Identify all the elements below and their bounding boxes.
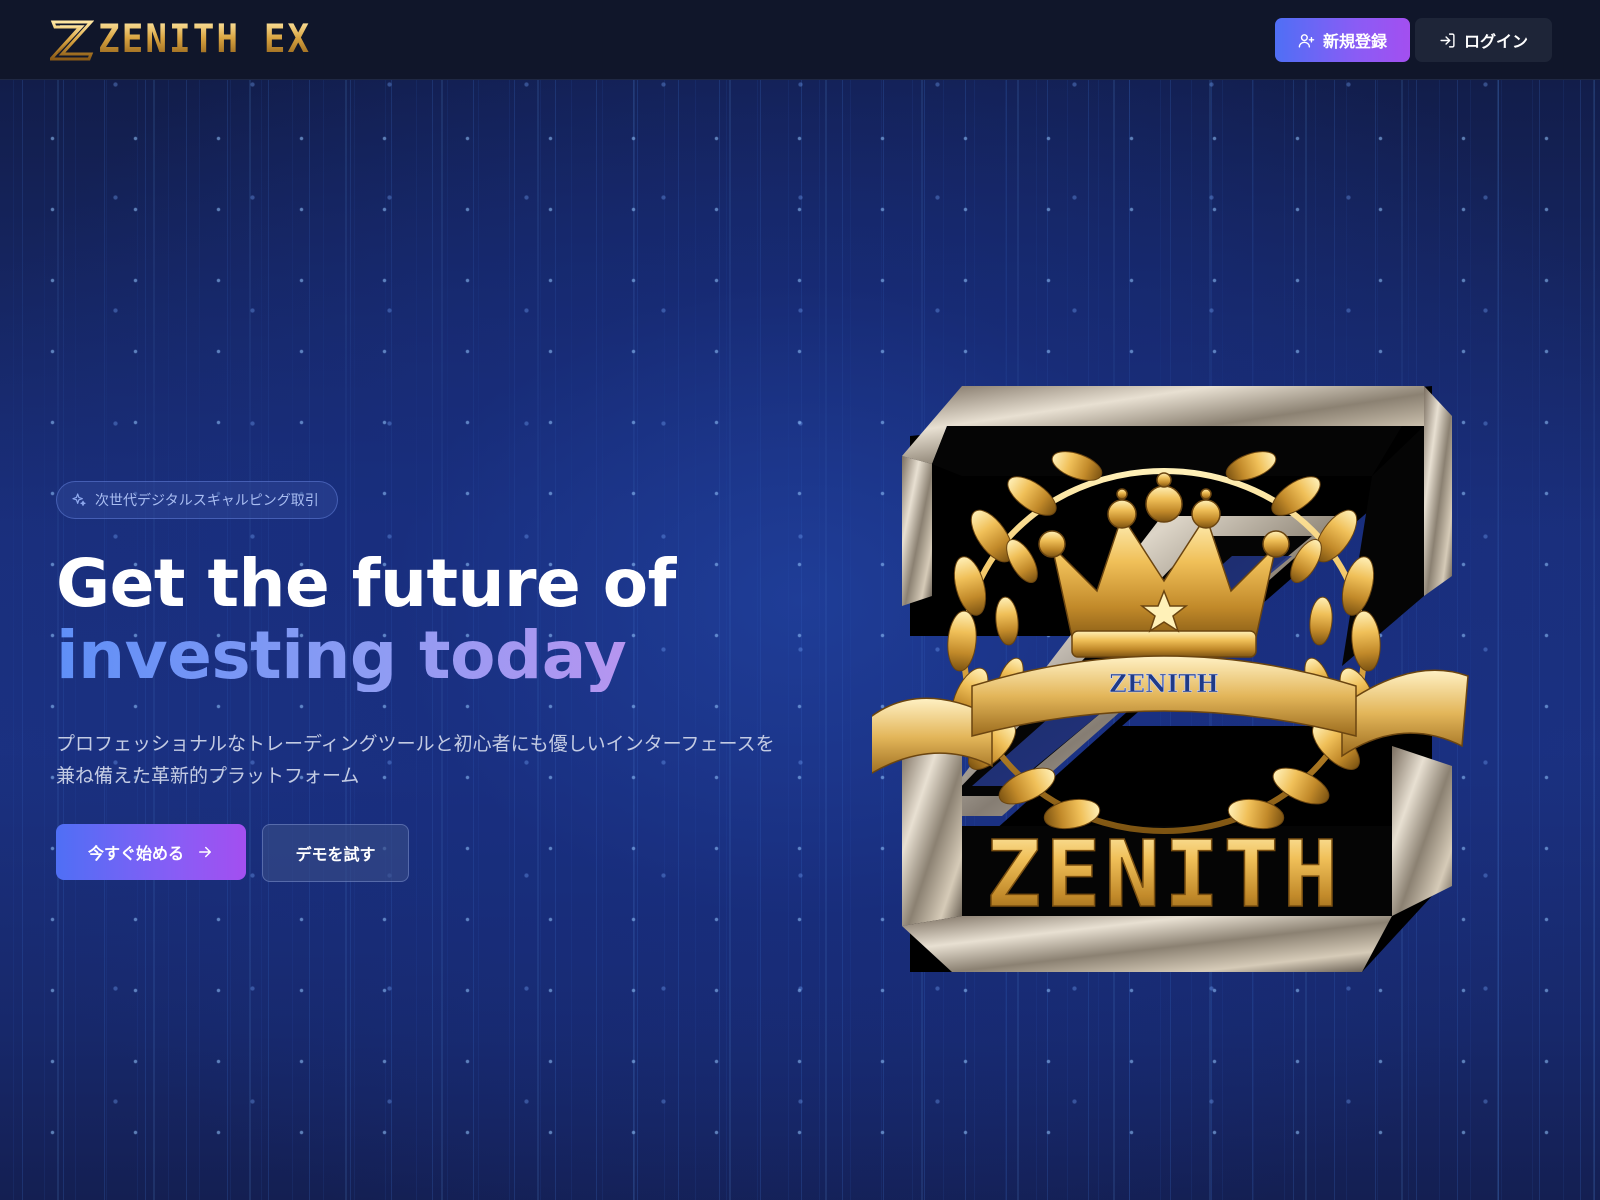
- headline-line-2: investing today: [56, 617, 627, 694]
- user-plus-icon: [1298, 33, 1315, 48]
- emblem-graphic: ZENITH ZENITH: [872, 386, 1469, 972]
- headline-line-1: Get the future of: [56, 545, 676, 622]
- login-button[interactable]: ログイン: [1415, 18, 1552, 62]
- start-now-button[interactable]: 今すぐ始める: [56, 824, 246, 880]
- zenith-crown-emblem: ZENITH ZENITH: [872, 386, 1484, 972]
- hero-description: プロフェッショナルなトレーディングツールと初心者にも優しいインターフェースを兼ね…: [56, 733, 775, 787]
- badge-label: 次世代デジタルスキャルピング取引: [95, 493, 319, 509]
- register-button[interactable]: 新規登録: [1275, 18, 1410, 62]
- cta-buttons: 今すぐ始める デモを試す: [56, 824, 409, 882]
- start-label: 今すぐ始める: [87, 844, 184, 863]
- zenith-z-logo-icon: [50, 20, 94, 61]
- login-label: ログイン: [1463, 32, 1528, 51]
- emblem-wordmark: ZENITH: [986, 821, 1342, 928]
- try-demo-button[interactable]: デモを試す: [262, 824, 409, 882]
- login-icon: [1440, 32, 1455, 48]
- nav-actions: 新規登録 ログイン: [1275, 18, 1552, 62]
- page: ZENITH EX 新規登録 ログイン 次世代デジタルスキャルピング取引 Get…: [0, 0, 1600, 1200]
- sparkles-icon: [72, 493, 86, 506]
- arrow-right-icon: [199, 846, 211, 858]
- feature-badge: 次世代デジタルスキャルピング取引: [56, 481, 338, 519]
- brand-logo[interactable]: ZENITH EX: [50, 16, 311, 64]
- register-label: 新規登録: [1322, 32, 1387, 51]
- ribbon-text: ZENITH: [1109, 669, 1219, 698]
- logo-text: ZENITH EX: [98, 16, 312, 62]
- demo-label: デモを試す: [295, 845, 376, 864]
- top-nav: ZENITH EX 新規登録 ログイン: [0, 0, 1600, 80]
- hero-headline: Get the future of investing today: [56, 548, 676, 692]
